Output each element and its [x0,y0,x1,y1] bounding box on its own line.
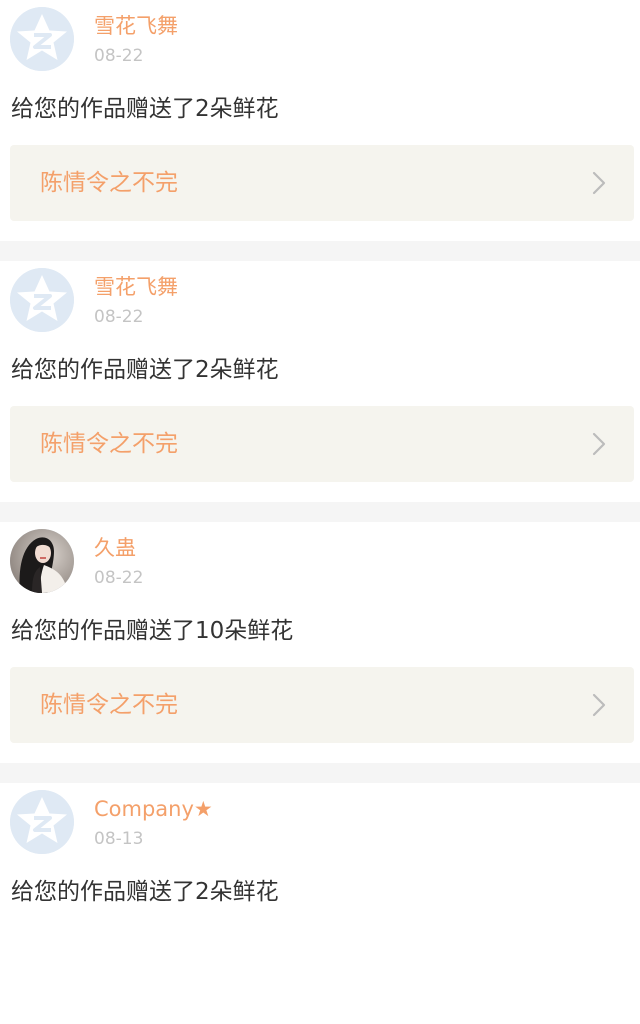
gift-notification-card: 雪花飞舞 08-22 给您的作品赠送了2朵鲜花 陈情令之不完 [0,261,640,522]
avatar[interactable] [10,7,74,71]
user-photo-avatar-icon [10,529,74,593]
qq-zone-star-icon [10,790,74,854]
gift-notification-card: 雪花飞舞 08-22 给您的作品赠送了2朵鲜花 陈情令之不完 [0,0,640,261]
work-title: 陈情令之不完 [40,431,178,457]
gift-message: 给您的作品赠送了2朵鲜花 [11,96,279,122]
avatar[interactable] [10,790,74,854]
gift-notification-card: Company★ 08-13 给您的作品赠送了2朵鲜花 [0,783,640,1024]
gift-notification-feed: 雪花飞舞 08-22 给您的作品赠送了2朵鲜花 陈情令之不完 雪花飞舞 08-2… [0,0,640,1024]
chevron-right-icon [592,432,606,456]
chevron-right-icon [592,693,606,717]
work-title: 陈情令之不完 [40,170,178,196]
chevron-right-icon [592,171,606,195]
post-date: 08-13 [94,829,144,849]
qq-zone-star-icon [10,7,74,71]
user-name[interactable]: Company★ [94,795,213,823]
work-link-card[interactable]: 陈情令之不完 [10,145,634,221]
qq-zone-star-icon [10,268,74,332]
work-title: 陈情令之不完 [40,692,178,718]
avatar[interactable] [10,529,74,593]
user-name[interactable]: 雪花飞舞 [94,12,178,40]
gift-notification-card: 久蛊 08-22 给您的作品赠送了10朵鲜花 陈情令之不完 [0,522,640,783]
work-link-card[interactable]: 陈情令之不完 [10,667,634,743]
user-name[interactable]: 久蛊 [94,534,136,562]
post-date: 08-22 [94,307,144,327]
post-date: 08-22 [94,568,144,588]
gift-message: 给您的作品赠送了2朵鲜花 [11,879,279,905]
gift-message: 给您的作品赠送了10朵鲜花 [11,618,294,644]
avatar[interactable] [10,268,74,332]
post-date: 08-22 [94,46,144,66]
gift-message: 给您的作品赠送了2朵鲜花 [11,357,279,383]
work-link-card[interactable]: 陈情令之不完 [10,406,634,482]
user-name[interactable]: 雪花飞舞 [94,273,178,301]
